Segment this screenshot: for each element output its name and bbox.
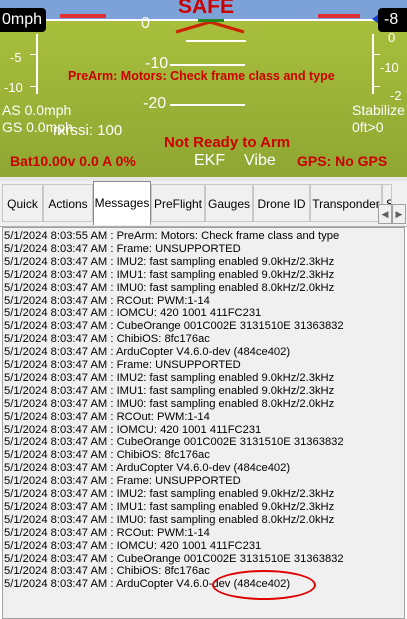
speed-tick	[30, 86, 38, 87]
attitude-indicator-bar	[198, 19, 224, 22]
tab-transponder[interactable]: Transponder	[310, 184, 382, 222]
altitude-scale-label: -10	[380, 60, 399, 75]
heading-marker-right	[318, 14, 360, 18]
tab-bar: Quick Actions Messages PreFlight Gauges …	[0, 181, 407, 227]
hud-display: -10 -20 0 -5 -10 0 -10 -2 0mph -8 SAFE P…	[0, 0, 407, 177]
gps-status: GPS: No GPS	[297, 153, 388, 169]
altitude-scale-label: 0	[388, 30, 396, 45]
pitch-line-minus20	[170, 104, 245, 106]
vibe-status[interactable]: Vibe	[244, 153, 276, 169]
tab-scroll-left-button[interactable]: ◀	[378, 204, 392, 224]
pitch-label-minus20: -20	[143, 95, 167, 112]
tab-gauges[interactable]: Gauges	[205, 184, 253, 222]
speed-tick	[30, 54, 38, 55]
safety-status: SAFE	[178, 0, 235, 18]
airspeed-readout: AS 0.0mph	[2, 102, 72, 118]
prearm-message: PreArm: Motors: Check frame class and ty…	[68, 69, 335, 83]
pitch-line-minus10	[170, 64, 245, 66]
tab-messages[interactable]: Messages	[93, 181, 151, 225]
battery-status: Bat10.00v 0.0 A 0%	[10, 153, 136, 169]
altitude-readout: 0ft>0	[352, 119, 384, 135]
speed-scale	[36, 34, 38, 94]
speed-scale-label: -10	[4, 80, 23, 95]
flight-mode: Stabilize	[352, 102, 405, 118]
ekf-status[interactable]: EKF	[194, 153, 225, 169]
tab-quick[interactable]: Quick	[2, 184, 43, 222]
tab-preflight[interactable]: PreFlight	[151, 184, 205, 222]
altitude-tick	[372, 54, 380, 55]
arming-status: Not Ready to Arm	[164, 134, 291, 151]
altitude-scale	[372, 34, 374, 94]
heading-marker-left	[60, 14, 106, 18]
pitch-line-upper	[186, 40, 246, 42]
speed-scale-label: -5	[10, 50, 22, 65]
speed-readout: 0mph	[0, 8, 46, 32]
tab-scroll-right-button[interactable]: ▶	[392, 204, 406, 224]
rxrssi-readout: rxrssi: 100	[53, 122, 123, 139]
tab-drone-id[interactable]: Drone ID	[253, 184, 310, 222]
altitude-tick	[372, 86, 380, 87]
altitude-readout-box: -8	[378, 8, 407, 32]
highlight-circle-annotation	[212, 570, 316, 600]
heading-center: 0	[141, 15, 150, 32]
tab-actions[interactable]: Actions	[43, 184, 93, 222]
